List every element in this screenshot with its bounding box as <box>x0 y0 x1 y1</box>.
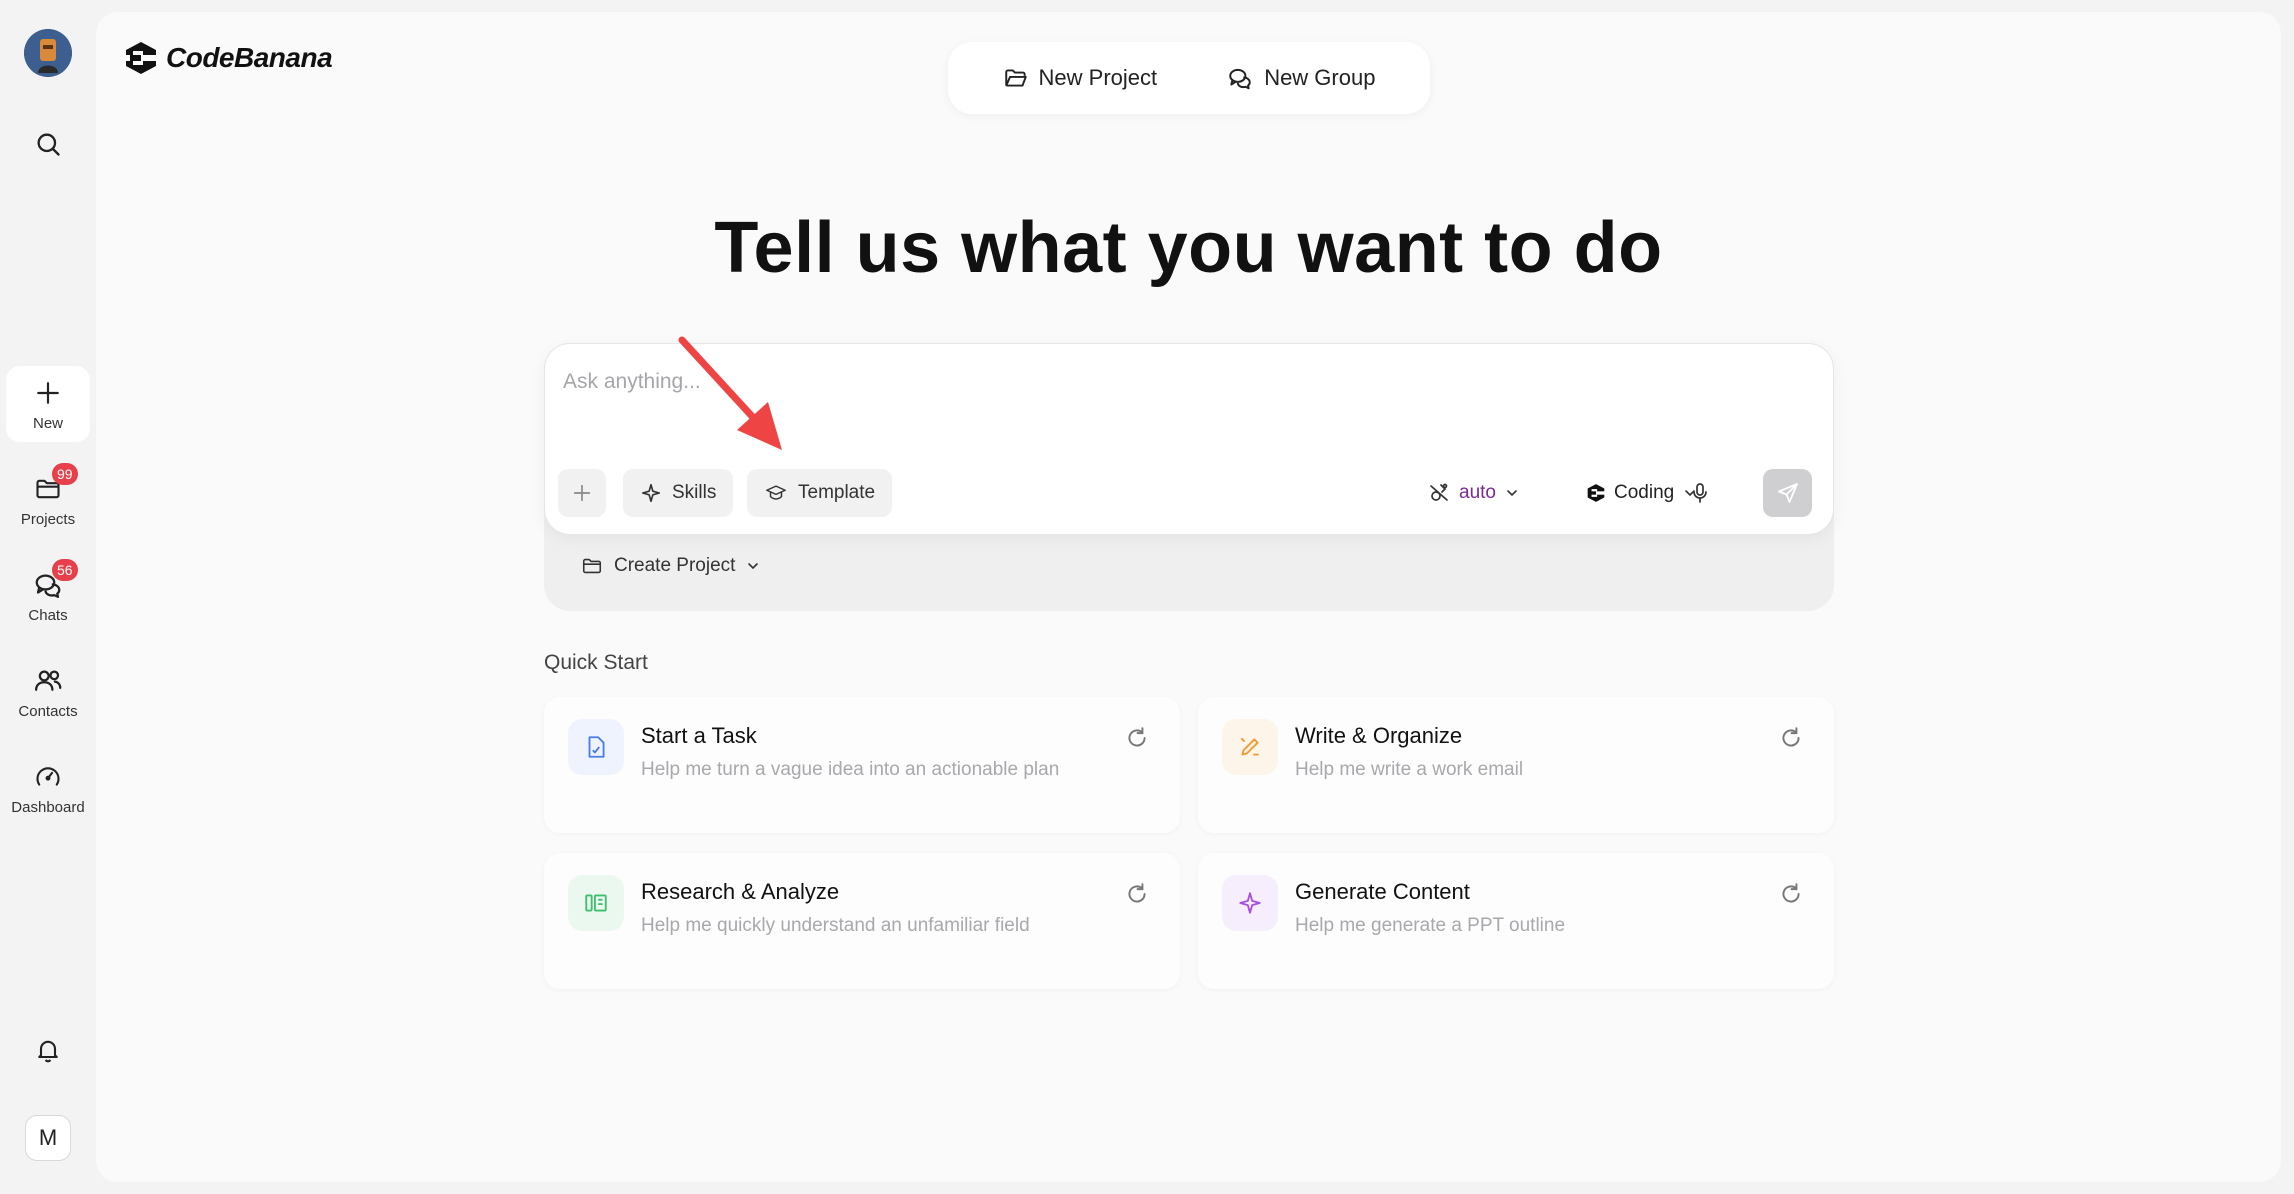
composer-area: Skills Template auto Coding <box>544 343 1834 611</box>
new-label: New <box>32 414 63 432</box>
chat-bubbles-icon <box>1229 68 1251 90</box>
new-group-button[interactable]: New Group <box>1226 65 1375 91</box>
dashboard-label: Dashboard <box>11 798 85 816</box>
card-title: Research & Analyze <box>641 879 840 904</box>
chats-label: Chats <box>28 606 68 624</box>
bell-icon <box>38 1040 58 1063</box>
send-button[interactable] <box>1763 469 1812 517</box>
sparkle-icon <box>641 483 661 503</box>
pen-icon <box>1240 737 1259 756</box>
prompt-input[interactable] <box>563 366 1563 398</box>
new-group-label: New Group <box>1264 65 1376 90</box>
chevron-down-icon <box>748 563 759 570</box>
document-icon <box>588 736 605 758</box>
codebanana-logo-icon <box>124 42 158 74</box>
create-project-label: Create Project <box>614 555 736 576</box>
search-icon <box>37 133 60 156</box>
card-icon-bg <box>1222 719 1278 775</box>
sidebar-item-dashboard[interactable]: Dashboard <box>6 750 90 826</box>
card-title: Start a Task <box>641 723 757 748</box>
brand-name: CodeBanana <box>166 42 333 73</box>
contacts-label: Contacts <box>18 702 78 720</box>
sidebar-item-chats[interactable]: 56 Chats <box>6 558 90 634</box>
columns-icon <box>585 894 607 912</box>
card-icon-bg <box>568 719 624 775</box>
card-subtitle: Help me quickly understand an unfamiliar… <box>641 915 1030 936</box>
refresh-icon[interactable] <box>1124 881 1150 907</box>
composer: Skills Template auto Coding <box>544 343 1834 535</box>
model-value: auto <box>1459 482 1496 503</box>
card-title: Generate Content <box>1295 879 1470 904</box>
page-title: Tell us what you want to do <box>714 208 1663 288</box>
chevron-down-icon <box>1507 490 1517 497</box>
mode-value: Coding <box>1614 482 1675 503</box>
left-rail: New 99 Projects 56 Chats Contacts Dashbo… <box>0 0 96 1194</box>
quick-start-card-research-analyze[interactable]: Research & Analyze Help me quickly under… <box>544 853 1180 989</box>
template-label: Template <box>798 482 876 503</box>
main-panel: CodeBanana New Project New Group Tell us… <box>96 12 2281 1182</box>
new-button[interactable]: New <box>6 366 90 442</box>
card-subtitle: Help me turn a vague idea into an action… <box>641 759 1060 780</box>
voice-button[interactable] <box>1688 469 1712 517</box>
plus-icon <box>37 381 59 404</box>
user-avatar[interactable] <box>24 29 72 77</box>
card-subtitle: Help me generate a PPT outline <box>1295 915 1566 936</box>
notifications-button[interactable] <box>24 1026 72 1074</box>
search-button[interactable] <box>24 120 72 168</box>
folder-open-icon <box>1004 69 1027 87</box>
refresh-icon[interactable] <box>1124 725 1150 751</box>
sidebar-item-projects[interactable]: 99 Projects <box>6 462 90 538</box>
card-icon-bg <box>1222 875 1278 931</box>
quick-start-card-generate-content[interactable]: Generate Content Help me generate a PPT … <box>1198 853 1834 989</box>
graduation-cap-icon <box>766 485 786 500</box>
plus-icon <box>573 484 591 502</box>
template-button[interactable]: Template <box>747 469 893 517</box>
card-subtitle: Help me write a work email <box>1295 759 1524 780</box>
account-button[interactable]: M <box>25 1115 71 1161</box>
projects-badge: 99 <box>52 462 78 485</box>
sparkle-icon <box>1239 892 1261 914</box>
model-icon <box>1430 483 1448 501</box>
refresh-icon[interactable] <box>1778 881 1804 907</box>
skills-button[interactable]: Skills <box>623 469 734 517</box>
skills-label: Skills <box>672 482 717 503</box>
gauge-icon <box>36 766 60 786</box>
quick-start-title: Quick Start <box>544 651 648 674</box>
top-nav: New Project New Group <box>948 42 1430 114</box>
projects-label: Projects <box>20 510 76 528</box>
chats-badge: 56 <box>52 558 78 581</box>
microphone-icon <box>1693 483 1707 503</box>
brand-logo[interactable]: CodeBanana <box>124 40 333 76</box>
card-title: Write & Organize <box>1295 723 1463 748</box>
contacts-icon <box>35 670 62 691</box>
new-project-label: New Project <box>1038 65 1158 90</box>
quick-start-card-start-task[interactable]: Start a Task Help me turn a vague idea i… <box>544 697 1180 833</box>
mode-selector[interactable]: Coding <box>1586 469 1698 517</box>
codebanana-mode-icon <box>1587 484 1606 502</box>
create-project-dropdown[interactable]: Create Project <box>580 555 761 577</box>
model-selector[interactable]: auto <box>1427 469 1520 517</box>
quick-start-card-write-organize[interactable]: Write & Organize Help me write a work em… <box>1198 697 1834 833</box>
folder-icon <box>582 558 602 574</box>
new-project-button[interactable]: New Project <box>1003 65 1158 91</box>
refresh-icon[interactable] <box>1778 725 1804 751</box>
attach-button[interactable] <box>558 469 606 517</box>
send-icon <box>1777 483 1798 503</box>
sidebar-item-contacts[interactable]: Contacts <box>6 654 90 730</box>
card-icon-bg <box>568 875 624 931</box>
